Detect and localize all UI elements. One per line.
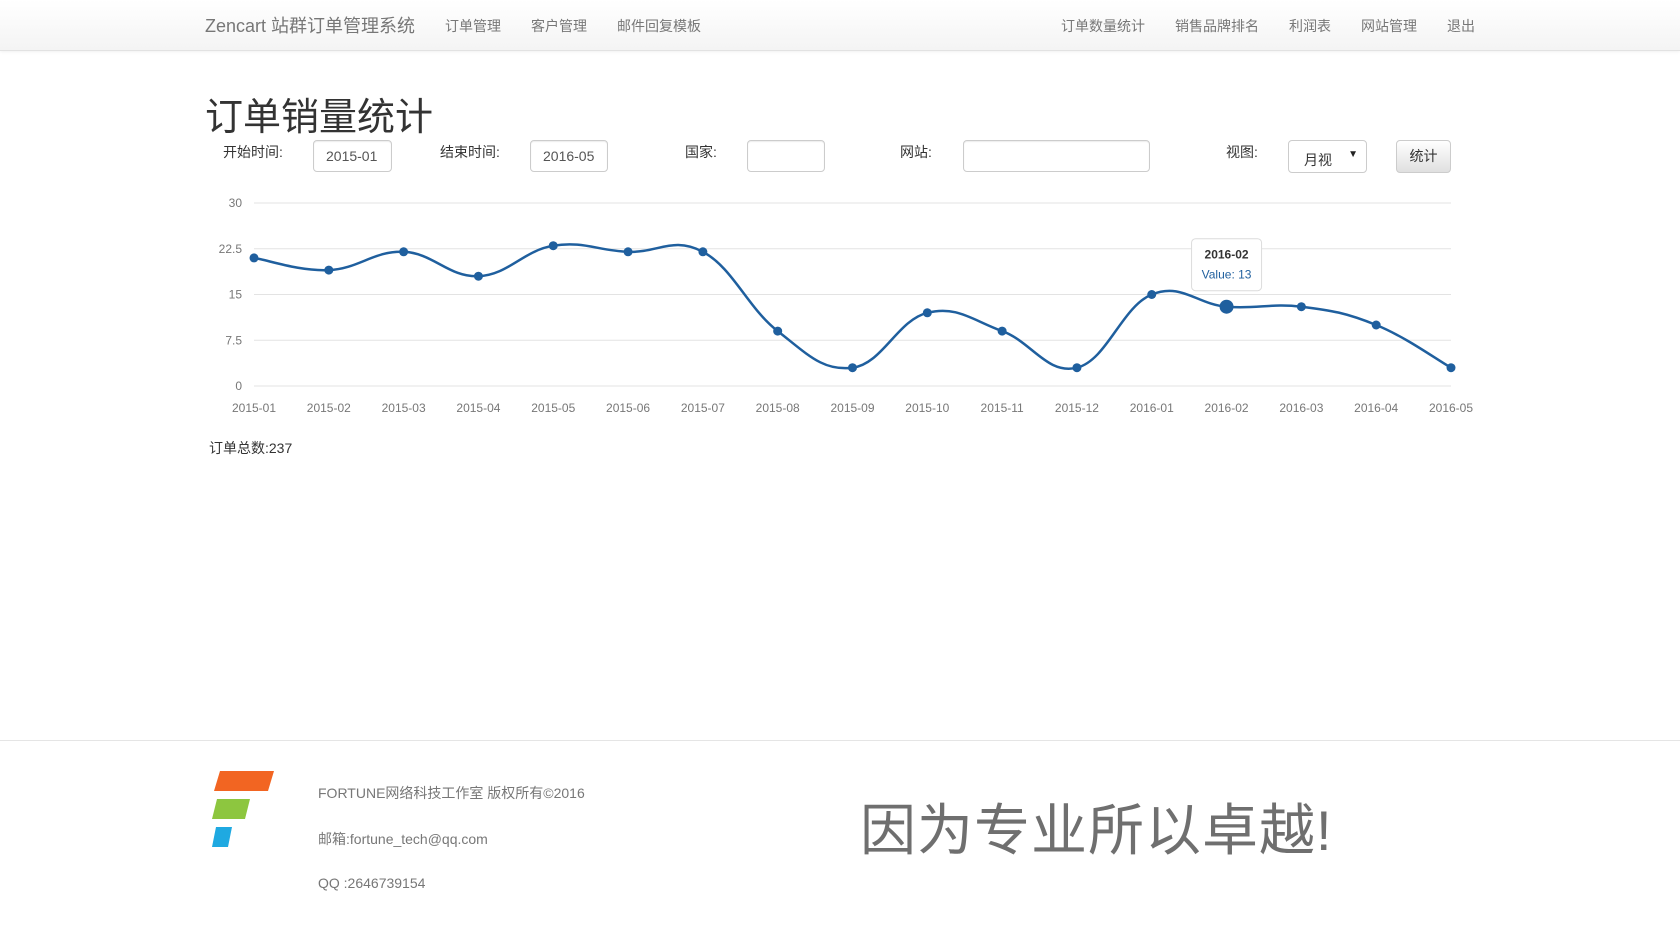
data-point xyxy=(1371,320,1381,330)
data-point xyxy=(399,247,409,257)
x-tick-label: 2015-11 xyxy=(981,401,1024,415)
series-line xyxy=(253,243,1452,370)
y-tick-label: 7.5 xyxy=(225,333,242,347)
x-tick-label: 2015-03 xyxy=(382,401,426,415)
x-tick-label: 2015-04 xyxy=(456,401,500,415)
data-point xyxy=(1296,302,1306,312)
y-tick-label: 15 xyxy=(229,288,243,302)
y-tick-label: 0 xyxy=(235,379,242,393)
footer-copyright: FORTUNE网络科技工作室 版权所有©2016 xyxy=(318,785,585,801)
footer: FORTUNE网络科技工作室 版权所有©2016 邮箱:fortune_tech… xyxy=(0,740,1680,941)
data-point xyxy=(1446,363,1456,373)
x-tick-label: 2016-04 xyxy=(1354,401,1398,415)
x-tick-label: 2015-02 xyxy=(307,401,351,415)
order-line-chart: 0 7.5 15 22.5 30 2015-01 2015-02 2015-03 2015-04… xyxy=(219,196,1474,415)
data-point xyxy=(773,326,783,336)
footer-qq: QQ :2646739154 xyxy=(318,875,426,891)
data-point xyxy=(922,308,932,318)
x-tick-label: 2015-10 xyxy=(905,401,949,415)
data-point xyxy=(1072,363,1082,373)
data-point xyxy=(249,253,259,263)
footer-slogan: 因为专业所以卓越! xyxy=(860,799,1333,862)
data-point xyxy=(548,241,558,251)
logo-bar-orange xyxy=(214,771,274,791)
tooltip-title: 2016-02 xyxy=(1205,248,1249,262)
footer-email[interactable]: 邮箱:fortune_tech@qq.com xyxy=(318,829,488,849)
data-point xyxy=(324,265,334,275)
logo-bar-blue xyxy=(212,827,232,847)
x-tick-label: 2016-02 xyxy=(1205,401,1249,415)
data-point xyxy=(848,363,857,373)
data-point xyxy=(473,271,483,281)
order-total: 订单总数:237 xyxy=(209,440,293,456)
tooltip-box xyxy=(1191,238,1263,292)
data-point xyxy=(698,247,708,257)
data-point xyxy=(623,247,633,257)
x-tick-label: 2015-05 xyxy=(531,401,575,415)
x-tick-label: 2016-05 xyxy=(1429,401,1473,415)
tooltip-value: Value: 13 xyxy=(1202,268,1252,282)
data-point xyxy=(1147,290,1157,299)
y-tick-label: 22.5 xyxy=(219,242,243,256)
x-tick-label: 2015-06 xyxy=(606,401,650,415)
x-tick-label: 2015-09 xyxy=(830,401,874,415)
data-point xyxy=(1219,299,1234,314)
x-tick-label: 2016-03 xyxy=(1279,401,1323,415)
logo-bar-green xyxy=(212,799,250,819)
x-tick-label: 2015-07 xyxy=(681,401,725,415)
x-tick-label: 2016-01 xyxy=(1130,401,1174,415)
y-tick-label: 30 xyxy=(229,196,243,210)
company-logo-icon xyxy=(212,771,274,847)
x-tick-label: 2015-12 xyxy=(1055,401,1099,415)
data-point xyxy=(997,326,1007,336)
x-tick-label: 2015-01 xyxy=(232,401,276,415)
x-tick-label: 2015-08 xyxy=(756,401,800,415)
